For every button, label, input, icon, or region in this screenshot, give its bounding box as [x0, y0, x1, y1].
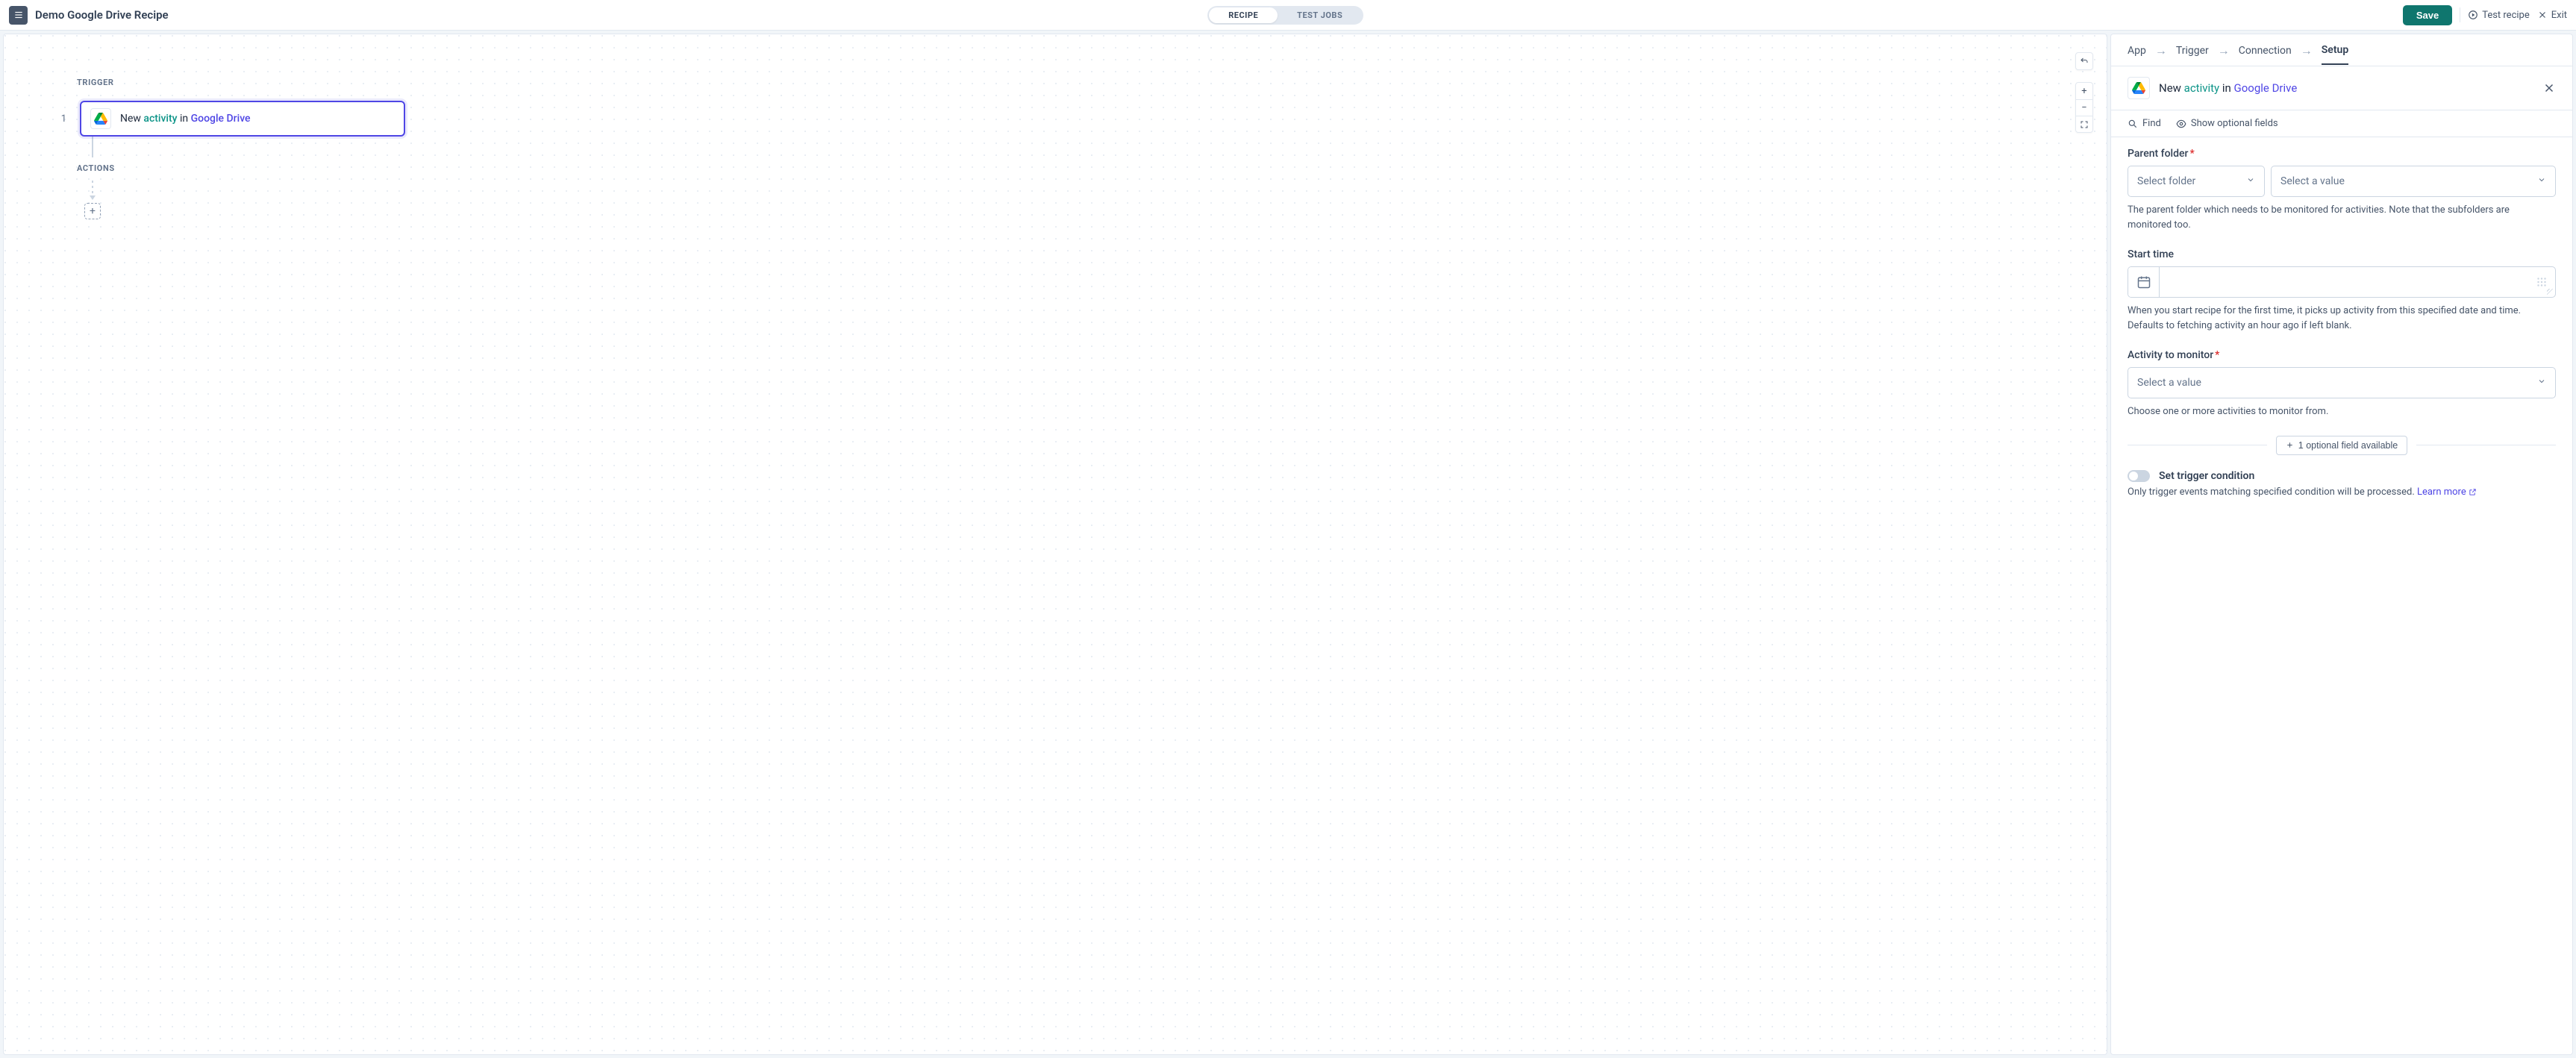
- eye-icon: [2176, 119, 2186, 129]
- topbar-right: Save Test recipe Exit: [2403, 5, 2567, 25]
- activity-monitor-help: Choose one or more activities to monitor…: [2128, 404, 2556, 419]
- main: + − TRIGGER 1 New activity in Google Dri…: [0, 31, 2576, 1058]
- wizard-step-setup[interactable]: Setup: [2322, 44, 2348, 65]
- config-header: New activity in Google Drive: [2111, 66, 2572, 110]
- wizard-step-trigger[interactable]: Trigger: [2176, 45, 2209, 64]
- mode-test-jobs-tab[interactable]: TEST JOBS: [1278, 7, 1362, 23]
- trigger-step-text: New activity in Google Drive: [120, 113, 251, 125]
- plus-icon: [2286, 441, 2294, 449]
- activity-monitor-field: Activity to monitor* Select a value Choo…: [2128, 349, 2556, 419]
- step-number: 1: [59, 113, 66, 125]
- recipe-title: Demo Google Drive Recipe: [35, 8, 169, 22]
- arrow-icon: →: [2155, 43, 2167, 66]
- close-icon: [2537, 10, 2548, 20]
- actions-block: ACTIONS +: [59, 163, 405, 219]
- trigger-condition-row: Set trigger condition: [2128, 470, 2556, 482]
- start-time-field: Start time When you start recipe for the…: [2128, 248, 2556, 333]
- calendar-icon[interactable]: [2128, 267, 2160, 297]
- topbar-left: Demo Google Drive Recipe: [9, 6, 169, 25]
- actions-section-label: ACTIONS: [77, 163, 405, 173]
- google-drive-icon: [90, 108, 111, 129]
- parent-folder-value-dropdown[interactable]: Select a value: [2271, 166, 2556, 197]
- start-time-label: Start time: [2128, 248, 2556, 260]
- parent-folder-label: Parent folder*: [2128, 148, 2556, 160]
- parent-folder-help: The parent folder which needs to be moni…: [2128, 203, 2556, 232]
- activity-monitor-placeholder: Select a value: [2137, 377, 2201, 389]
- find-label: Find: [2142, 118, 2161, 129]
- optional-field-button[interactable]: 1 optional field available: [2276, 436, 2407, 455]
- activity-monitor-label: Activity to monitor*: [2128, 349, 2556, 361]
- trigger-condition-label: Set trigger condition: [2159, 470, 2254, 482]
- connector-arrow: [92, 181, 93, 198]
- parent-folder-select-folder-dropdown[interactable]: Select folder: [2128, 166, 2265, 197]
- mode-recipe-tab[interactable]: RECIPE: [1209, 7, 1278, 23]
- close-config-button[interactable]: [2542, 81, 2556, 95]
- save-button[interactable]: Save: [2403, 5, 2452, 25]
- start-time-help: When you start recipe for the first time…: [2128, 304, 2556, 333]
- search-icon: [2128, 119, 2138, 129]
- zoom-in-button[interactable]: +: [2076, 83, 2092, 99]
- wizard-step-connection[interactable]: Connection: [2239, 45, 2292, 64]
- arrow-icon: →: [2218, 43, 2230, 66]
- topbar: Demo Google Drive Recipe RECIPE TEST JOB…: [0, 0, 2576, 31]
- chevron-down-icon: [2537, 377, 2546, 389]
- zoom-out-button[interactable]: −: [2076, 99, 2092, 116]
- test-recipe-button[interactable]: Test recipe: [2468, 10, 2530, 21]
- chevron-down-icon: [2537, 175, 2546, 187]
- wizard-nav: App → Trigger → Connection → Setup: [2111, 34, 2572, 66]
- learn-more-link[interactable]: Learn more: [2417, 486, 2477, 498]
- grip-icon[interactable]: [2528, 267, 2555, 297]
- find-button[interactable]: Find: [2128, 118, 2161, 129]
- play-circle-icon: [2468, 10, 2478, 20]
- parent-folder-field: Parent folder* Select folder Select a va…: [2128, 148, 2556, 232]
- trigger-condition-toggle[interactable]: [2128, 470, 2150, 482]
- trigger-step-row: 1 New activity in Google Drive: [59, 101, 405, 137]
- canvas-content: TRIGGER 1 New activity in Google Drive A…: [59, 78, 405, 219]
- select-folder-placeholder: Select folder: [2137, 175, 2195, 187]
- start-time-input-group: [2128, 266, 2556, 298]
- chevron-down-icon: [2246, 175, 2255, 187]
- test-recipe-label: Test recipe: [2482, 10, 2530, 21]
- fit-screen-button[interactable]: [2076, 116, 2092, 132]
- google-drive-icon: [2128, 77, 2150, 99]
- show-optional-label: Show optional fields: [2191, 118, 2278, 129]
- start-time-input[interactable]: [2160, 267, 2528, 297]
- wizard-step-app[interactable]: App: [2128, 45, 2146, 64]
- show-optional-fields-button[interactable]: Show optional fields: [2176, 118, 2278, 129]
- activity-monitor-dropdown[interactable]: Select a value: [2128, 367, 2556, 398]
- config-title: New activity in Google Drive: [2159, 81, 2297, 95]
- exit-button[interactable]: Exit: [2537, 10, 2567, 21]
- optional-field-label: 1 optional field available: [2298, 440, 2398, 451]
- config-body: Parent folder* Select folder Select a va…: [2111, 137, 2572, 1054]
- trigger-condition-help: Only trigger events matching specified c…: [2128, 486, 2556, 499]
- trigger-step-card[interactable]: New activity in Google Drive: [80, 101, 405, 137]
- config-toolbar: Find Show optional fields: [2111, 110, 2572, 137]
- add-step-button[interactable]: +: [84, 203, 101, 219]
- trigger-section-label: TRIGGER: [77, 78, 405, 87]
- connector-line: [92, 137, 93, 157]
- external-link-icon: [2469, 488, 2477, 499]
- canvas-controls: + −: [2075, 52, 2093, 133]
- arrow-icon: →: [2301, 43, 2313, 66]
- select-value-placeholder: Select a value: [2280, 175, 2345, 187]
- config-pane: App → Trigger → Connection → Setup New a…: [2110, 34, 2573, 1055]
- optional-fields-divider: 1 optional field available: [2128, 436, 2556, 455]
- exit-label: Exit: [2551, 10, 2567, 21]
- recipe-menu-icon[interactable]: [9, 6, 28, 25]
- canvas-pane[interactable]: + − TRIGGER 1 New activity in Google Dri…: [3, 34, 2107, 1055]
- undo-button[interactable]: [2076, 53, 2092, 69]
- mode-toggle-group: RECIPE TEST JOBS: [178, 6, 2394, 25]
